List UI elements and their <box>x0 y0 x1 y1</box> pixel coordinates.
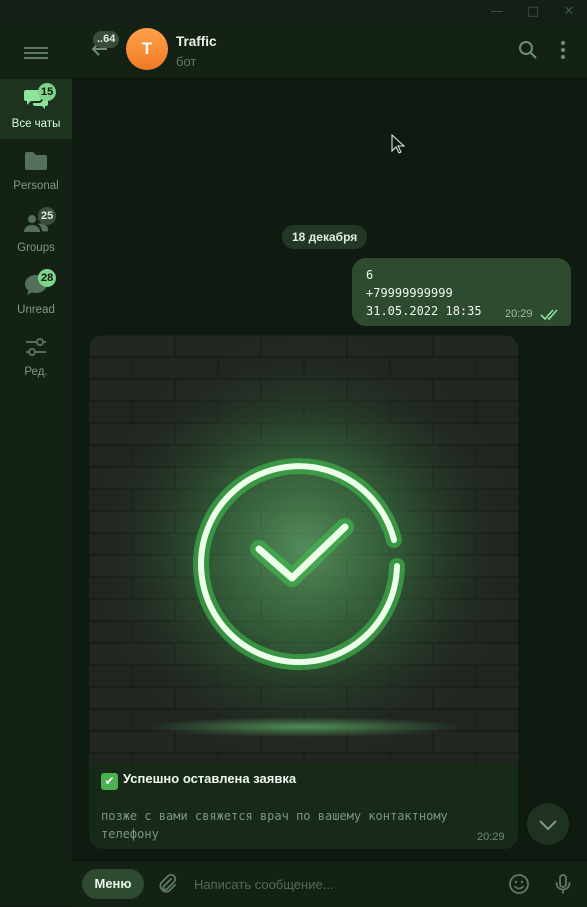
caption-title-text: Успешно оставлена заявка <box>123 771 297 786</box>
hamburger-icon[interactable] <box>24 44 48 62</box>
folder-sidebar: 15 Все чаты Personal 25 Groups 28 Unread <box>0 24 72 906</box>
message-list[interactable]: 18 декабря 6 +79999999999 31.05.2022 18:… <box>72 79 587 860</box>
minimize-button[interactable]: — <box>484 3 510 21</box>
folder-unread[interactable]: 28 Unread <box>0 265 72 325</box>
folder-label: Unread <box>17 304 55 316</box>
sliders-icon <box>26 338 46 356</box>
scroll-to-bottom-button[interactable] <box>527 803 569 845</box>
folder-badge: 25 <box>38 207 57 225</box>
unread-counter-badge: ..64 <box>93 31 120 48</box>
folder-badge: 28 <box>38 269 57 287</box>
mouse-cursor-icon <box>391 134 405 154</box>
folder-label: Groups <box>17 242 55 254</box>
chat-subtitle: бот <box>176 54 197 69</box>
more-vertical-icon[interactable] <box>552 39 574 61</box>
message-line: 31.05.2022 18:35 <box>366 304 482 318</box>
paperclip-icon[interactable] <box>156 873 178 895</box>
bot-menu-button[interactable]: Меню <box>82 869 144 899</box>
search-icon[interactable] <box>517 39 539 61</box>
message-time: 20:29 <box>505 308 533 320</box>
folder-edit[interactable]: Ред. <box>0 327 72 387</box>
message-time: 20:29 <box>477 831 505 843</box>
success-checkmark-image[interactable] <box>89 335 518 763</box>
caption-body: позже с вами свяжется врач по вашему кон… <box>101 809 448 841</box>
double-check-icon <box>540 309 558 321</box>
check-emoji-icon: ✔ <box>101 773 118 790</box>
message-composer: Меню <box>72 860 587 907</box>
folder-personal[interactable]: Personal <box>0 141 72 201</box>
folder-icon <box>25 152 47 170</box>
caption-title: ✔ Успешно оставлена заявка <box>101 771 296 790</box>
chat-title[interactable]: Traffic <box>176 34 217 49</box>
close-button[interactable]: ✕ <box>556 3 582 21</box>
window-titlebar: — □ ✕ <box>0 0 587 24</box>
folder-label: Все чаты <box>11 118 61 130</box>
folder-label: Ред. <box>24 366 48 378</box>
date-separator: 18 декабря <box>282 225 368 249</box>
folder-all-chats[interactable]: 15 Все чаты <box>0 79 72 139</box>
message-line: +79999999999 <box>366 286 453 300</box>
incoming-photo-message[interactable]: ✔ Успешно оставлена заявка позже с вами с… <box>89 335 518 849</box>
emoji-icon[interactable] <box>507 872 531 896</box>
outgoing-message[interactable]: 6 +79999999999 31.05.2022 18:35 20:29 <box>352 258 571 326</box>
message-input[interactable] <box>194 873 484 895</box>
folder-badge: 15 <box>38 83 57 101</box>
avatar[interactable]: T <box>126 28 168 70</box>
folder-groups[interactable]: 25 Groups <box>0 203 72 263</box>
message-line: 6 <box>366 268 374 282</box>
maximize-button[interactable]: □ <box>520 3 546 21</box>
chat-header: ..64 T Traffic бот <box>72 24 587 79</box>
folder-label: Personal <box>13 180 59 192</box>
microphone-icon[interactable] <box>551 872 575 896</box>
chevron-down-icon <box>539 820 557 831</box>
